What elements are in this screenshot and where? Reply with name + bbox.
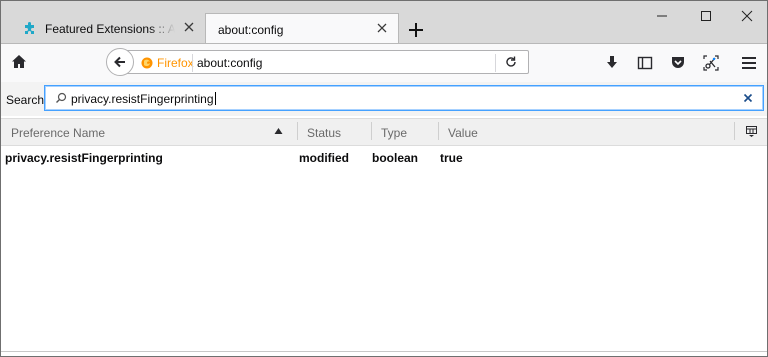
tab-about-config[interactable]: about:config	[205, 13, 399, 43]
download-icon[interactable]	[602, 53, 622, 73]
screenshot-icon[interactable]	[701, 53, 721, 73]
magnifier-icon	[56, 92, 67, 103]
sidebar-icon[interactable]	[635, 53, 655, 73]
table-header: Preference Name Status Type Value	[1, 118, 767, 146]
plus-icon[interactable]	[405, 19, 427, 41]
clear-icon[interactable]	[743, 93, 753, 103]
column-separator[interactable]	[438, 122, 439, 140]
column-header-value[interactable]: Value	[448, 126, 478, 140]
search-label: Search:	[6, 93, 48, 107]
pocket-icon[interactable]	[668, 53, 688, 73]
column-separator[interactable]	[371, 122, 372, 140]
search-value[interactable]: privacy.resistFingerprinting	[71, 92, 216, 106]
search-row: Search: privacy.resistFingerprinting	[1, 82, 767, 116]
browser-window: Featured Extensions :: Add-ons for Firef…	[0, 0, 768, 357]
sort-arrow-icon	[274, 128, 283, 134]
window-bottom-edge	[1, 351, 767, 352]
firefox-icon	[141, 57, 153, 69]
puzzle-icon	[25, 22, 34, 34]
column-separator	[734, 122, 735, 140]
identity-separator	[192, 54, 193, 72]
close-icon[interactable]	[738, 7, 756, 25]
column-header-type[interactable]: Type	[381, 126, 407, 140]
back-button[interactable]	[106, 48, 134, 76]
url-separator	[495, 54, 496, 72]
tab-featured-extensions[interactable]: Featured Extensions :: Add-ons for Firef…	[11, 13, 205, 43]
text-caret	[214, 92, 216, 105]
minimize-icon[interactable]	[653, 7, 671, 25]
navigation-toolbar: Firefox about:config	[1, 43, 767, 83]
back-arrow-icon	[114, 56, 125, 68]
maximize-icon[interactable]	[697, 7, 715, 25]
column-picker-icon[interactable]	[746, 126, 757, 137]
column-header-name[interactable]: Preference Name	[11, 126, 105, 140]
menu-icon[interactable]	[739, 53, 759, 73]
close-icon[interactable]	[374, 20, 390, 36]
pref-name-cell: privacy.resistFingerprinting	[5, 151, 163, 165]
close-icon[interactable]	[181, 19, 197, 35]
table-row[interactable]: privacy.resistFingerprinting modified bo…	[1, 149, 767, 165]
url-text[interactable]: about:config	[197, 56, 262, 70]
pref-value-cell: true	[440, 151, 463, 165]
tab-title: about:config	[218, 23, 284, 37]
tab-title: Featured Extensions :: Add-ons for Firef…	[45, 22, 175, 36]
column-separator[interactable]	[297, 122, 298, 140]
home-icon[interactable]	[9, 52, 29, 72]
column-header-status[interactable]: Status	[307, 126, 341, 140]
tab-strip: Featured Extensions :: Add-ons for Firef…	[1, 1, 767, 43]
identity-label: Firefox	[157, 56, 194, 70]
identity-box[interactable]: Firefox	[141, 55, 194, 71]
reload-icon[interactable]	[504, 55, 518, 69]
pref-status-cell: modified	[299, 151, 349, 165]
search-input[interactable]: privacy.resistFingerprinting	[44, 85, 764, 111]
url-bar[interactable]: Firefox about:config	[127, 50, 529, 74]
pref-type-cell: boolean	[372, 151, 419, 165]
